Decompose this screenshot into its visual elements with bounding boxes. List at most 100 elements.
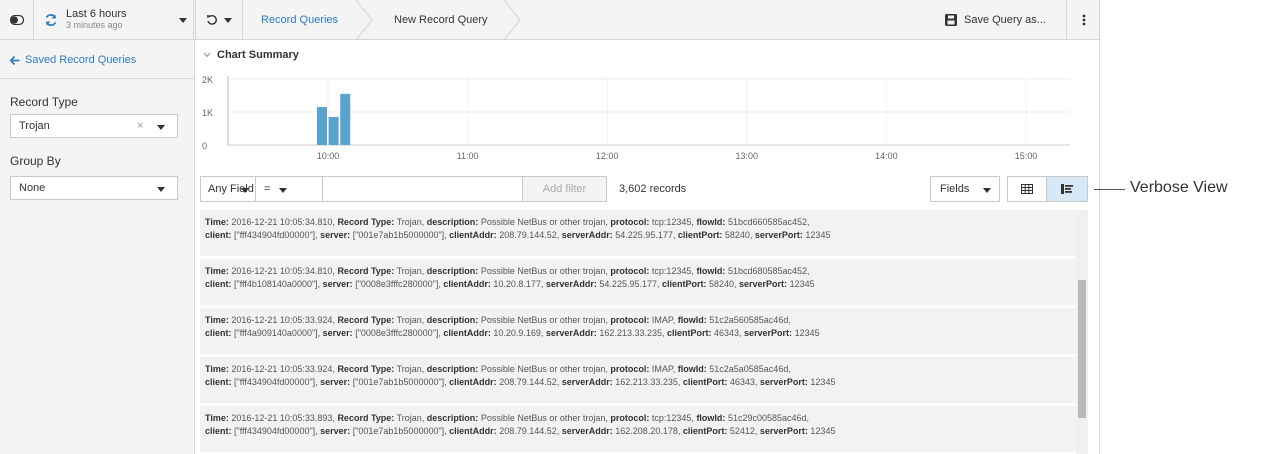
save-query-label: Save Query as... bbox=[964, 14, 1046, 26]
record-line: Time: 2016-12-21 10:05:34.810, Record Ty… bbox=[205, 216, 1076, 229]
record-field-key: description: bbox=[426, 217, 479, 227]
record-row[interactable]: Time: 2016-12-21 10:05:33.893, Record Ty… bbox=[200, 406, 1076, 452]
record-field-value: Trojan, bbox=[394, 315, 427, 325]
operator-select[interactable]: = bbox=[255, 176, 323, 202]
record-field-value: 12345 bbox=[807, 426, 836, 436]
record-field-key: client: bbox=[205, 230, 232, 240]
clear-icon[interactable]: × bbox=[137, 120, 143, 132]
chart-summary-title: Chart Summary bbox=[217, 49, 299, 61]
record-field-key: clientAddr: bbox=[449, 230, 497, 240]
record-field-value: ["fff434904fd00000"], bbox=[231, 377, 321, 387]
record-field-key: protocol: bbox=[610, 266, 650, 276]
chart-bar-0 bbox=[317, 107, 327, 145]
record-field-key: server: bbox=[320, 377, 351, 387]
record-line: client: ["fff434904fd00000"], server: ["… bbox=[205, 425, 1076, 438]
record-field-value: 12345 bbox=[792, 328, 820, 338]
save-query-button[interactable]: Save Query as... bbox=[937, 8, 1063, 32]
filter-value-input[interactable] bbox=[322, 176, 523, 202]
y-tick-label: 2K bbox=[202, 75, 213, 85]
add-filter-button[interactable]: Add filter bbox=[522, 176, 607, 202]
group-by-select[interactable]: None bbox=[10, 176, 178, 200]
sidebar-divider bbox=[0, 78, 195, 79]
fields-label: Fields bbox=[940, 183, 970, 195]
record-field-value: Trojan, bbox=[394, 266, 427, 276]
record-field-key: clientAddr: bbox=[443, 279, 491, 289]
record-field-value: 2016-12-21 10:05:34.810, bbox=[228, 266, 338, 276]
record-field-key: Time: bbox=[205, 413, 229, 423]
record-field-key: serverAddr: bbox=[561, 426, 613, 436]
sidebar-toggle-button[interactable] bbox=[0, 0, 34, 40]
record-field-key: description: bbox=[426, 413, 479, 423]
record-field-key: serverAddr: bbox=[545, 279, 597, 289]
breadcrumb-record-queries[interactable]: Record Queries bbox=[261, 0, 338, 40]
record-field-value: Trojan, bbox=[394, 364, 427, 374]
record-field-value: ["fff4b108140a0000"], bbox=[231, 279, 323, 289]
kebab-menu-icon bbox=[1082, 14, 1085, 26]
record-field-value: ["fff434904fd00000"], bbox=[231, 230, 321, 240]
time-range-label: Last 6 hours bbox=[66, 8, 127, 20]
history-button[interactable] bbox=[195, 0, 243, 40]
chevron-down-icon bbox=[279, 188, 287, 193]
verbose-view-button[interactable] bbox=[1046, 176, 1088, 202]
table-view-button[interactable] bbox=[1007, 176, 1047, 202]
record-field-key: client: bbox=[205, 426, 232, 436]
field-select[interactable]: Any Field bbox=[200, 176, 256, 202]
x-tick-label: 14:00 bbox=[875, 151, 898, 161]
record-field-value: ["fff4a909140a0000"], bbox=[231, 328, 323, 338]
fields-button[interactable]: Fields bbox=[930, 176, 1000, 202]
group-by-value: None bbox=[19, 182, 46, 194]
records-scrollbar[interactable] bbox=[1076, 210, 1088, 454]
chevron-down-icon bbox=[157, 187, 165, 192]
record-field-key: clientPort: bbox=[666, 328, 712, 338]
chart-bar-1 bbox=[328, 116, 339, 145]
record-field-key: serverPort: bbox=[754, 230, 803, 240]
record-field-value: 162.213.33.235, bbox=[596, 328, 667, 338]
record-type-select[interactable]: Trojan × bbox=[10, 114, 178, 138]
record-field-value: tcp:12345, bbox=[649, 266, 697, 276]
record-line: client: ["fff434904fd00000"], server: ["… bbox=[205, 376, 1076, 389]
refresh-icon bbox=[45, 14, 57, 26]
record-field-key: clientPort: bbox=[661, 279, 707, 289]
top-bar: Last 6 hours 3 minutes ago Record Querie… bbox=[0, 0, 1099, 40]
record-field-key: clientAddr: bbox=[449, 377, 497, 387]
breadcrumb-separator bbox=[355, 0, 373, 40]
record-row[interactable]: Time: 2016-12-21 10:05:34.810, Record Ty… bbox=[200, 210, 1076, 256]
record-field-key: clientPort: bbox=[682, 426, 728, 436]
scrollbar-thumb[interactable] bbox=[1078, 280, 1086, 418]
history-icon bbox=[207, 15, 217, 25]
callout-line bbox=[1094, 189, 1125, 190]
record-field-value: tcp:12345, bbox=[649, 413, 697, 423]
record-row[interactable]: Time: 2016-12-21 10:05:33.924, Record Ty… bbox=[200, 308, 1076, 354]
record-field-key: flowId: bbox=[696, 413, 726, 423]
record-field-key: server: bbox=[320, 230, 351, 240]
record-field-value: 12345 bbox=[802, 230, 831, 240]
record-line: Time: 2016-12-21 10:05:34.810, Record Ty… bbox=[205, 265, 1076, 278]
kebab-menu-button[interactable] bbox=[1066, 0, 1099, 40]
record-field-value: 46343, bbox=[711, 328, 745, 338]
operator-select-value: = bbox=[264, 183, 271, 195]
record-field-value: 10.20.8.177, bbox=[490, 279, 546, 289]
chart-summary-toggle[interactable]: Chart Summary bbox=[203, 49, 299, 61]
saved-record-queries-link[interactable]: Saved Record Queries bbox=[10, 54, 136, 66]
record-field-key: Record Type: bbox=[337, 315, 395, 325]
record-field-key: Record Type: bbox=[337, 217, 395, 227]
record-field-value: 162.213.33.235, bbox=[612, 377, 683, 387]
record-field-key: flowId: bbox=[677, 364, 707, 374]
x-tick-label: 11:00 bbox=[457, 151, 479, 161]
record-field-value: 51bcd660585ac452, bbox=[725, 217, 810, 227]
record-field-value: 208.79.144.52, bbox=[496, 426, 562, 436]
record-field-key: Time: bbox=[205, 315, 229, 325]
record-field-key: client: bbox=[205, 377, 232, 387]
record-field-key: Time: bbox=[205, 364, 229, 374]
record-field-value: 2016-12-21 10:05:33.924, bbox=[228, 364, 338, 374]
record-field-key: Record Type: bbox=[337, 413, 395, 423]
record-row[interactable]: Time: 2016-12-21 10:05:33.924, Record Ty… bbox=[200, 357, 1076, 403]
record-field-key: description: bbox=[426, 266, 479, 276]
record-line: Time: 2016-12-21 10:05:33.924, Record Ty… bbox=[205, 314, 1076, 327]
time-range-selector[interactable]: Last 6 hours 3 minutes ago bbox=[34, 0, 194, 40]
record-field-value: 52412, bbox=[727, 426, 760, 436]
record-row[interactable]: Time: 2016-12-21 10:05:34.810, Record Ty… bbox=[200, 259, 1076, 305]
app-window: Last 6 hours 3 minutes ago Record Querie… bbox=[0, 0, 1100, 454]
record-field-key: protocol: bbox=[610, 315, 650, 325]
record-field-value: 12345 bbox=[787, 279, 815, 289]
